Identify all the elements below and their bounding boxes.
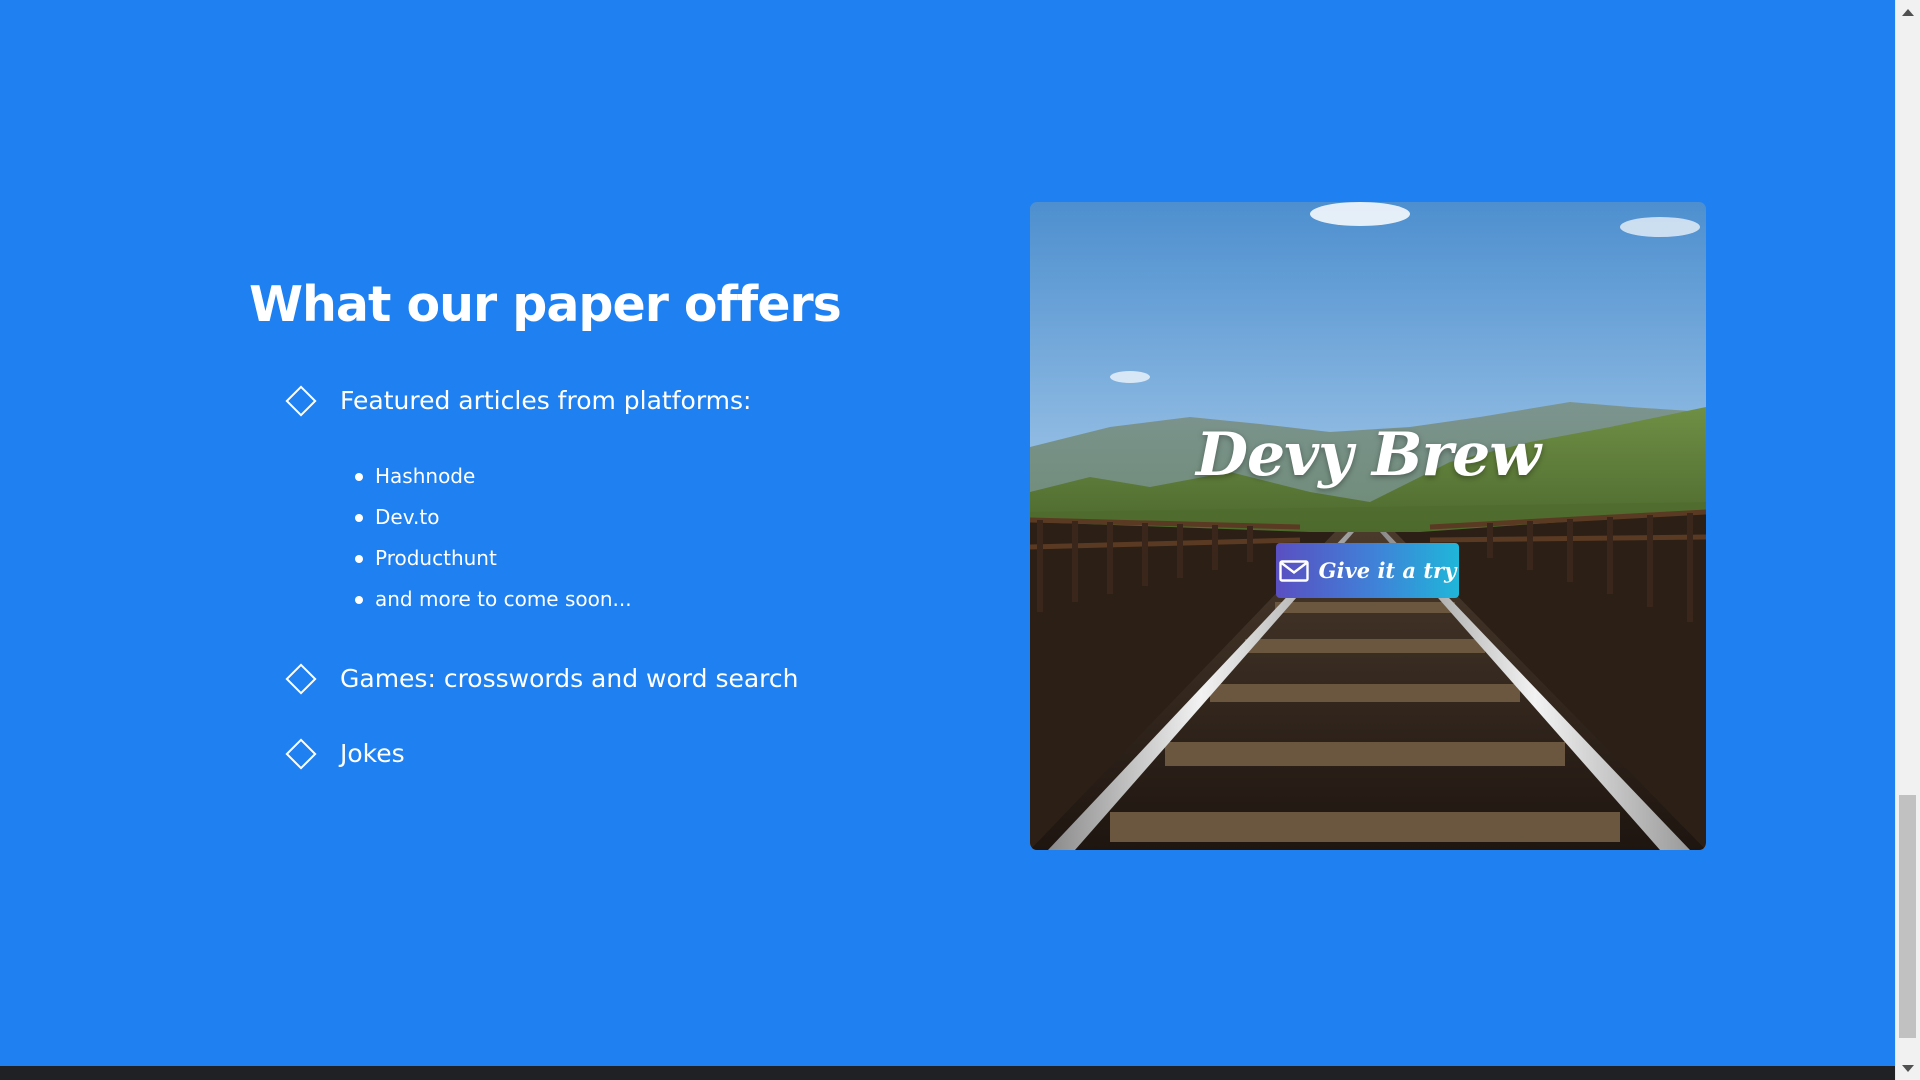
promo-card: Devy Brew Give it a try bbox=[1030, 202, 1706, 850]
give-it-a-try-label: Give it a try bbox=[1318, 558, 1457, 583]
list-item-hashnode: Hashnode bbox=[355, 458, 632, 499]
section-heading: What our paper offers bbox=[249, 276, 842, 333]
scroll-up-arrow[interactable] bbox=[1896, 2, 1920, 22]
scroll-thumb[interactable] bbox=[1899, 795, 1916, 1038]
brand-title: Devy Brew bbox=[1196, 420, 1541, 490]
list-item-producthunt: Producthunt bbox=[355, 540, 632, 581]
mail-icon bbox=[1278, 559, 1309, 582]
feature-label: Games: crosswords and word search bbox=[340, 664, 799, 693]
platform-list: Hashnode Dev.to Producthunt and more to … bbox=[355, 458, 632, 622]
page-section: What our paper offers Featured articles … bbox=[0, 0, 1895, 1066]
give-it-a-try-button[interactable]: Give it a try bbox=[1276, 543, 1459, 598]
feature-item-jokes: Jokes bbox=[282, 737, 405, 770]
feature-label: Featured articles from platforms: bbox=[340, 386, 752, 415]
list-item-devto: Dev.to bbox=[355, 499, 632, 540]
feature-item-games: Games: crosswords and word search bbox=[282, 662, 799, 695]
vertical-scrollbar[interactable] bbox=[1895, 0, 1920, 1080]
diamond-icon bbox=[285, 662, 317, 695]
scroll-down-arrow[interactable] bbox=[1896, 1058, 1920, 1078]
diamond-icon bbox=[285, 737, 317, 770]
feature-label: Jokes bbox=[340, 739, 405, 768]
diamond-icon bbox=[285, 384, 317, 417]
railway-bridge-photo bbox=[1030, 202, 1706, 850]
list-item-more: and more to come soon... bbox=[355, 581, 632, 622]
footer-strip bbox=[0, 1066, 1895, 1080]
feature-item-articles: Featured articles from platforms: bbox=[282, 384, 752, 417]
